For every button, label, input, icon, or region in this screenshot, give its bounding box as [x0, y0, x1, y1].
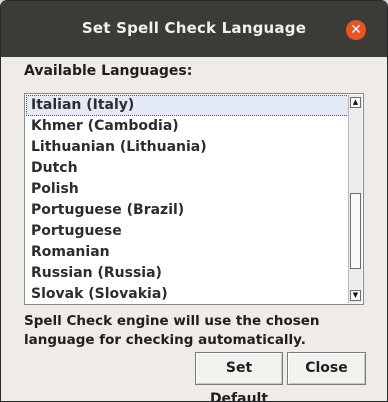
close-button[interactable]: Close — [287, 352, 366, 385]
spell-check-dialog: Set Spell Check Language ✕ Available Lan… — [0, 0, 388, 402]
list-item[interactable]: Khmer (Cambodia) — [26, 116, 349, 137]
list-item[interactable]: Portuguese — [26, 221, 349, 242]
available-languages-label: Available Languages: — [24, 63, 193, 79]
list-item[interactable]: Dutch — [26, 158, 349, 179]
scroll-up-arrow-icon[interactable]: ▲ — [350, 97, 361, 108]
dialog-title: Set Spell Check Language — [81, 19, 307, 37]
title-bar: Set Spell Check Language ✕ — [1, 1, 387, 57]
list-item[interactable]: Lithuanian (Lithuania) — [26, 137, 349, 158]
scroll-down-arrow-icon[interactable]: ▼ — [350, 290, 361, 301]
list-item[interactable]: Russian (Russia) — [26, 263, 349, 284]
scroll-thumb[interactable] — [350, 193, 361, 269]
set-default-button[interactable]: Set Default — [195, 352, 283, 401]
language-listbox[interactable]: Italian (Italy) Khmer (Cambodia) Lithuan… — [24, 93, 364, 305]
close-icon[interactable]: ✕ — [346, 20, 366, 40]
language-list: Italian (Italy) Khmer (Cambodia) Lithuan… — [26, 95, 349, 305]
vertical-scrollbar[interactable]: ▲ ▼ — [348, 95, 362, 303]
info-text: Spell Check engine will use the chosen l… — [24, 313, 320, 348]
list-item[interactable]: Portuguese (Brazil) — [26, 200, 349, 221]
list-item[interactable]: Polish — [26, 179, 349, 200]
list-item[interactable]: Romanian — [26, 242, 349, 263]
list-item[interactable]: Slovak (Slovakia) — [26, 284, 349, 305]
list-item-selected[interactable]: Italian (Italy) — [26, 95, 349, 116]
